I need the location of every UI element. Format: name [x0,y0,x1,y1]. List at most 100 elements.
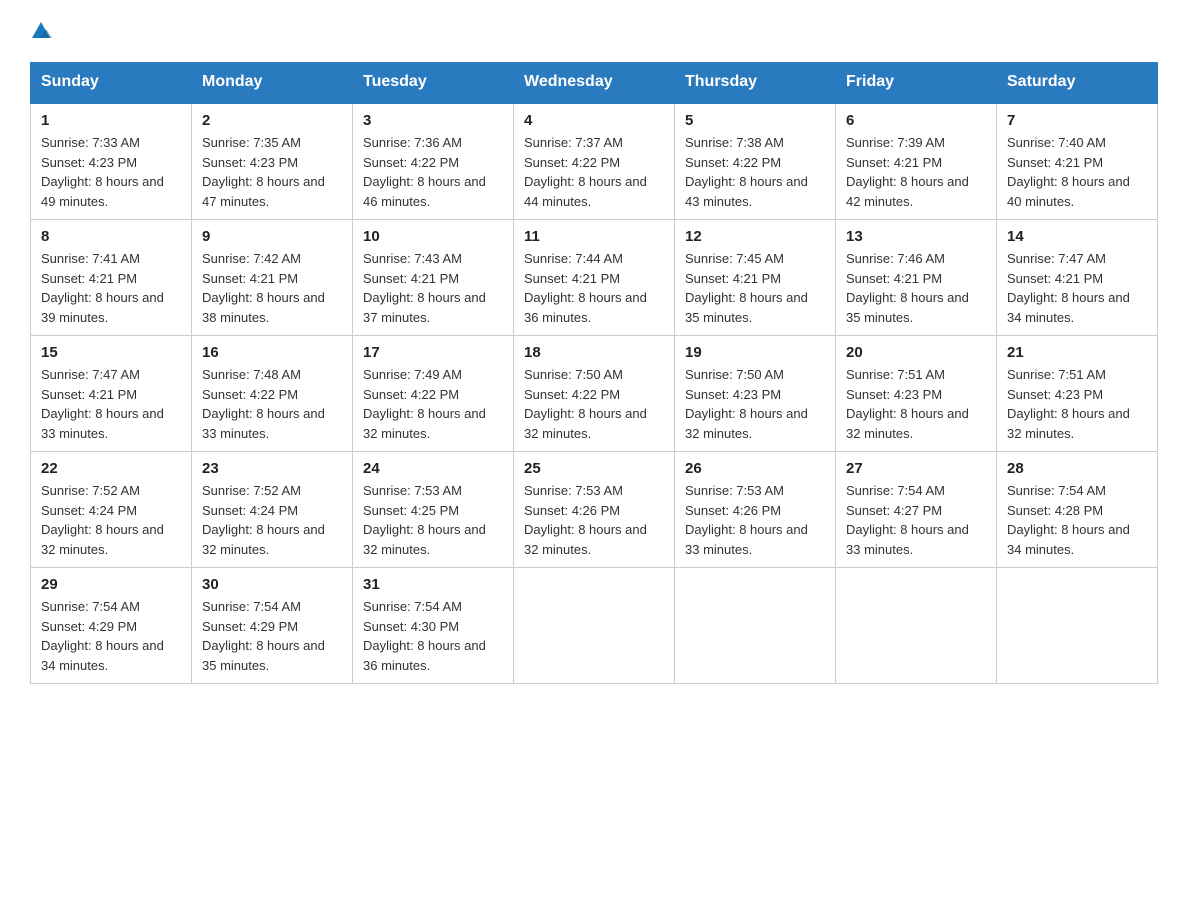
day-number: 4 [524,112,664,129]
day-number: 20 [846,344,986,361]
day-info: Sunrise: 7:47 AMSunset: 4:21 PMDaylight:… [1007,251,1130,325]
calendar-day-cell: 24 Sunrise: 7:53 AMSunset: 4:25 PMDaylig… [353,452,514,568]
day-number: 13 [846,228,986,245]
calendar-day-cell: 21 Sunrise: 7:51 AMSunset: 4:23 PMDaylig… [997,336,1158,452]
day-info: Sunrise: 7:53 AMSunset: 4:26 PMDaylight:… [524,483,647,557]
calendar-week-row: 1 Sunrise: 7:33 AMSunset: 4:23 PMDayligh… [31,103,1158,220]
day-info: Sunrise: 7:38 AMSunset: 4:22 PMDaylight:… [685,135,808,209]
day-info: Sunrise: 7:46 AMSunset: 4:21 PMDaylight:… [846,251,969,325]
day-number: 23 [202,460,342,477]
day-info: Sunrise: 7:35 AMSunset: 4:23 PMDaylight:… [202,135,325,209]
logo-icon [30,20,52,42]
day-number: 29 [41,576,181,593]
day-number: 16 [202,344,342,361]
calendar-day-cell: 10 Sunrise: 7:43 AMSunset: 4:21 PMDaylig… [353,220,514,336]
day-number: 2 [202,112,342,129]
calendar-week-row: 29 Sunrise: 7:54 AMSunset: 4:29 PMDaylig… [31,568,1158,684]
day-info: Sunrise: 7:54 AMSunset: 4:27 PMDaylight:… [846,483,969,557]
calendar-week-row: 15 Sunrise: 7:47 AMSunset: 4:21 PMDaylig… [31,336,1158,452]
calendar-day-cell: 13 Sunrise: 7:46 AMSunset: 4:21 PMDaylig… [836,220,997,336]
weekday-header: Wednesday [514,63,675,103]
calendar-day-cell: 29 Sunrise: 7:54 AMSunset: 4:29 PMDaylig… [31,568,192,684]
day-number: 21 [1007,344,1147,361]
day-number: 8 [41,228,181,245]
day-number: 31 [363,576,503,593]
day-number: 3 [363,112,503,129]
day-number: 26 [685,460,825,477]
logo [30,20,52,42]
weekday-header: Thursday [675,63,836,103]
calendar-day-cell: 14 Sunrise: 7:47 AMSunset: 4:21 PMDaylig… [997,220,1158,336]
day-info: Sunrise: 7:49 AMSunset: 4:22 PMDaylight:… [363,367,486,441]
day-info: Sunrise: 7:54 AMSunset: 4:28 PMDaylight:… [1007,483,1130,557]
day-info: Sunrise: 7:47 AMSunset: 4:21 PMDaylight:… [41,367,164,441]
day-number: 5 [685,112,825,129]
calendar-week-row: 22 Sunrise: 7:52 AMSunset: 4:24 PMDaylig… [31,452,1158,568]
day-info: Sunrise: 7:42 AMSunset: 4:21 PMDaylight:… [202,251,325,325]
day-number: 18 [524,344,664,361]
day-info: Sunrise: 7:44 AMSunset: 4:21 PMDaylight:… [524,251,647,325]
calendar-day-cell: 28 Sunrise: 7:54 AMSunset: 4:28 PMDaylig… [997,452,1158,568]
day-number: 17 [363,344,503,361]
weekday-header: Sunday [31,63,192,103]
day-number: 24 [363,460,503,477]
day-number: 10 [363,228,503,245]
calendar-day-cell: 8 Sunrise: 7:41 AMSunset: 4:21 PMDayligh… [31,220,192,336]
day-info: Sunrise: 7:53 AMSunset: 4:25 PMDaylight:… [363,483,486,557]
day-info: Sunrise: 7:39 AMSunset: 4:21 PMDaylight:… [846,135,969,209]
calendar-day-cell: 26 Sunrise: 7:53 AMSunset: 4:26 PMDaylig… [675,452,836,568]
day-info: Sunrise: 7:52 AMSunset: 4:24 PMDaylight:… [202,483,325,557]
day-number: 25 [524,460,664,477]
day-info: Sunrise: 7:41 AMSunset: 4:21 PMDaylight:… [41,251,164,325]
calendar-day-cell [836,568,997,684]
day-number: 27 [846,460,986,477]
calendar-day-cell: 4 Sunrise: 7:37 AMSunset: 4:22 PMDayligh… [514,103,675,220]
calendar-day-cell: 12 Sunrise: 7:45 AMSunset: 4:21 PMDaylig… [675,220,836,336]
day-number: 9 [202,228,342,245]
day-info: Sunrise: 7:54 AMSunset: 4:29 PMDaylight:… [41,599,164,673]
day-number: 7 [1007,112,1147,129]
calendar-day-cell: 9 Sunrise: 7:42 AMSunset: 4:21 PMDayligh… [192,220,353,336]
calendar-day-cell: 3 Sunrise: 7:36 AMSunset: 4:22 PMDayligh… [353,103,514,220]
day-number: 14 [1007,228,1147,245]
calendar-day-cell [514,568,675,684]
calendar-day-cell: 6 Sunrise: 7:39 AMSunset: 4:21 PMDayligh… [836,103,997,220]
weekday-header: Friday [836,63,997,103]
weekday-header: Monday [192,63,353,103]
day-info: Sunrise: 7:37 AMSunset: 4:22 PMDaylight:… [524,135,647,209]
day-info: Sunrise: 7:36 AMSunset: 4:22 PMDaylight:… [363,135,486,209]
calendar-day-cell [997,568,1158,684]
day-info: Sunrise: 7:51 AMSunset: 4:23 PMDaylight:… [1007,367,1130,441]
calendar-day-cell: 5 Sunrise: 7:38 AMSunset: 4:22 PMDayligh… [675,103,836,220]
calendar-day-cell: 22 Sunrise: 7:52 AMSunset: 4:24 PMDaylig… [31,452,192,568]
weekday-header: Tuesday [353,63,514,103]
calendar-day-cell: 17 Sunrise: 7:49 AMSunset: 4:22 PMDaylig… [353,336,514,452]
calendar-week-row: 8 Sunrise: 7:41 AMSunset: 4:21 PMDayligh… [31,220,1158,336]
calendar-day-cell: 1 Sunrise: 7:33 AMSunset: 4:23 PMDayligh… [31,103,192,220]
day-info: Sunrise: 7:53 AMSunset: 4:26 PMDaylight:… [685,483,808,557]
day-info: Sunrise: 7:43 AMSunset: 4:21 PMDaylight:… [363,251,486,325]
day-info: Sunrise: 7:48 AMSunset: 4:22 PMDaylight:… [202,367,325,441]
calendar-day-cell [675,568,836,684]
weekday-header: Saturday [997,63,1158,103]
page-header [30,20,1158,42]
day-info: Sunrise: 7:33 AMSunset: 4:23 PMDaylight:… [41,135,164,209]
day-info: Sunrise: 7:51 AMSunset: 4:23 PMDaylight:… [846,367,969,441]
calendar-day-cell: 20 Sunrise: 7:51 AMSunset: 4:23 PMDaylig… [836,336,997,452]
calendar-day-cell: 16 Sunrise: 7:48 AMSunset: 4:22 PMDaylig… [192,336,353,452]
calendar-day-cell: 18 Sunrise: 7:50 AMSunset: 4:22 PMDaylig… [514,336,675,452]
calendar-day-cell: 19 Sunrise: 7:50 AMSunset: 4:23 PMDaylig… [675,336,836,452]
day-info: Sunrise: 7:54 AMSunset: 4:29 PMDaylight:… [202,599,325,673]
day-number: 12 [685,228,825,245]
calendar-day-cell: 25 Sunrise: 7:53 AMSunset: 4:26 PMDaylig… [514,452,675,568]
calendar-table: SundayMondayTuesdayWednesdayThursdayFrid… [30,62,1158,684]
day-number: 30 [202,576,342,593]
day-number: 19 [685,344,825,361]
calendar-day-cell: 30 Sunrise: 7:54 AMSunset: 4:29 PMDaylig… [192,568,353,684]
day-number: 6 [846,112,986,129]
calendar-day-cell: 31 Sunrise: 7:54 AMSunset: 4:30 PMDaylig… [353,568,514,684]
day-info: Sunrise: 7:52 AMSunset: 4:24 PMDaylight:… [41,483,164,557]
day-info: Sunrise: 7:45 AMSunset: 4:21 PMDaylight:… [685,251,808,325]
calendar-day-cell: 15 Sunrise: 7:47 AMSunset: 4:21 PMDaylig… [31,336,192,452]
day-number: 22 [41,460,181,477]
